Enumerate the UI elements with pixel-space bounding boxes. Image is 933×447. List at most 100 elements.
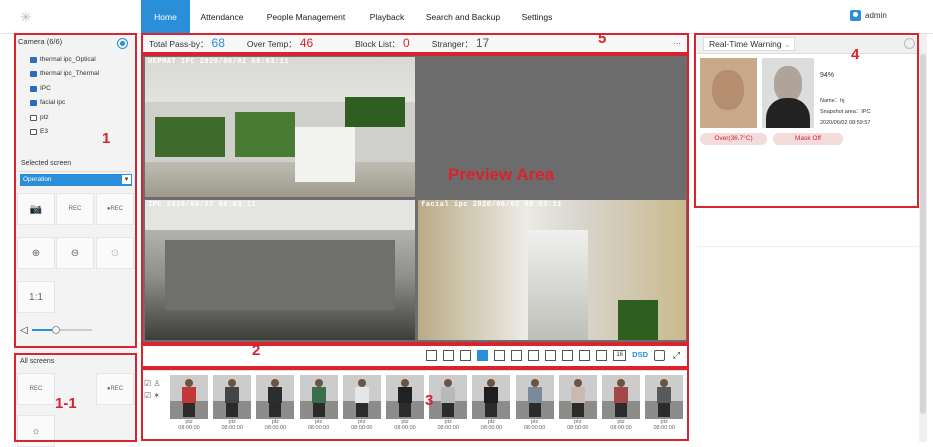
- snapshot-time: 08:00:00: [351, 425, 373, 431]
- tile-osd: HEPMAT IPC 2020/06/02 08:03:11: [148, 58, 290, 66]
- tab-people-management[interactable]: People Management: [258, 0, 354, 34]
- stat-label: Over Temp：: [246, 39, 297, 49]
- layout-3-icon[interactable]: [460, 349, 472, 361]
- zoom-out-button[interactable]: ⊖: [56, 237, 94, 269]
- zoom-reset-button: ⊙: [96, 237, 134, 269]
- camera-item[interactable]: ptz: [30, 114, 49, 121]
- ptz-camera-icon: [30, 128, 37, 135]
- layout-36-icon[interactable]: [596, 349, 608, 361]
- record-button[interactable]: REC: [56, 193, 94, 225]
- snapshot-thumbnail[interactable]: ptz 08:00:00: [515, 375, 554, 431]
- encrypted-record-button[interactable]: ●REC: [96, 193, 134, 225]
- camera-item[interactable]: E3: [30, 128, 48, 135]
- all-screens-label: All screens: [20, 358, 55, 365]
- snapshot-thumbnail[interactable]: ptz 08:00:00: [342, 375, 381, 431]
- snapshot-face-image[interactable]: [700, 58, 757, 128]
- logo-icon: ✳: [20, 9, 32, 25]
- snapshot-thumbnail[interactable]: ptz 08:00:00: [645, 375, 684, 431]
- dsd-button[interactable]: DSD: [632, 350, 648, 361]
- preview-area[interactable]: HEPMAT IPC 2020/06/02 08:03:11 IPC 2020/…: [143, 55, 688, 342]
- layout-9-icon[interactable]: [528, 349, 540, 361]
- layout-1-icon[interactable]: [426, 349, 438, 361]
- snapshot-thumbnail[interactable]: ptz 08:00:00: [299, 375, 338, 431]
- layout-4-icon[interactable]: [477, 349, 489, 361]
- annotation-label-5: 5: [598, 30, 607, 47]
- tab-settings[interactable]: Settings: [512, 0, 562, 34]
- all-encrypted-record-button[interactable]: ●REC: [96, 373, 134, 405]
- body-filter-icon[interactable]: ☑ ✶: [144, 390, 161, 402]
- camera-name: E3: [40, 128, 48, 135]
- selected-screen-label: Selected screen: [21, 160, 72, 167]
- tab-home[interactable]: Home: [141, 0, 190, 34]
- snapshot-thumbnail[interactable]: ptz 08:00:00: [558, 375, 597, 431]
- layout-2-icon[interactable]: [443, 349, 455, 361]
- snapshot-time: 08:00:00: [178, 425, 200, 431]
- video-tile[interactable]: HEPMAT IPC 2020/06/02 08:03:11: [145, 57, 415, 197]
- camera-item[interactable]: IPC: [30, 85, 51, 92]
- stat-stranger: Stranger： 17: [432, 36, 489, 50]
- operation-select[interactable]: Operation ▾: [20, 174, 132, 186]
- video-tile[interactable]: facial ipc 2020/06/02 08:03:11: [418, 200, 686, 340]
- face-filter-icon[interactable]: ☑ ♙: [144, 378, 161, 390]
- camera-item[interactable]: thermal ipc_Optical: [30, 56, 96, 63]
- zoom-reset-icon: ⊙: [110, 247, 120, 259]
- more-icon[interactable]: ···: [673, 39, 681, 48]
- snapshot-thumbnail[interactable]: ptz 08:00:00: [602, 375, 640, 431]
- volume-slider[interactable]: [31, 326, 92, 334]
- snapshot-thumbnail[interactable]: ptz 08:00:00: [472, 375, 511, 431]
- over-temp-badge: Over(36.7°C): [700, 133, 767, 145]
- annotation-label-1-1: 1-1: [55, 395, 77, 412]
- snapshot-thumbnail[interactable]: ptz 08:00:00: [213, 375, 252, 431]
- warning-name: Name：hj: [820, 98, 845, 104]
- tile-osd: facial ipc 2020/06/02 08:03:11: [421, 201, 563, 209]
- snapshot-thumbnail[interactable]: ptz 08:00:00: [170, 375, 208, 431]
- camera-item[interactable]: facial ipc: [30, 99, 65, 106]
- original-ratio-button[interactable]: 1:1: [17, 281, 55, 313]
- layout-16-icon[interactable]: 16: [613, 349, 627, 361]
- user-menu[interactable]: admin: [850, 10, 887, 21]
- snapshot-time: 08:00:00: [523, 425, 546, 431]
- video-tile[interactable]: IPC 2020/06/02 08:03:11: [145, 200, 415, 340]
- snapshot-thumbnail[interactable]: ptz 08:00:00: [256, 375, 295, 431]
- layout-bar: 16 DSD ⤢: [143, 345, 688, 365]
- camera-name: thermal ipc_Thermal: [40, 70, 100, 77]
- volume-control: ◁: [20, 320, 130, 340]
- snapshot-image: [170, 375, 208, 419]
- layout-8-icon[interactable]: [511, 349, 523, 361]
- volume-handle[interactable]: [51, 326, 60, 334]
- layout-13-icon[interactable]: [562, 349, 574, 361]
- tab-attendance[interactable]: Attendance: [193, 0, 251, 34]
- user-name: admin: [865, 11, 887, 20]
- snapshot-filter[interactable]: ☑ ♙ ☑ ✶: [144, 378, 161, 402]
- snapshot-thumbnail[interactable]: ptz 08:00:00: [429, 375, 468, 431]
- divider: [18, 171, 132, 172]
- layout-6-icon[interactable]: [494, 349, 506, 361]
- zoom-in-button[interactable]: ⊕: [17, 237, 55, 269]
- ipc-camera-icon: [30, 85, 37, 92]
- tab-playback[interactable]: Playback: [362, 0, 412, 34]
- tab-search-backup[interactable]: Search and Backup: [418, 0, 508, 34]
- enrolled-face-image[interactable]: [762, 58, 814, 128]
- stat-block-list: Block List： 0: [355, 36, 410, 50]
- status-bar: Total Pass-by： 68 Over Temp： 46 Block List…: [141, 34, 689, 52]
- snapshot-image: [515, 375, 554, 419]
- camera-toggle-icon[interactable]: [117, 38, 128, 49]
- snapshot-image: [645, 375, 684, 419]
- annotation-label-2: 2: [252, 342, 261, 359]
- similarity-value: 94%: [820, 72, 835, 79]
- gear-icon[interactable]: [904, 38, 915, 49]
- ptz-camera-icon: [30, 114, 37, 121]
- snapshot-thumbnail[interactable]: ptz 08:00:00: [386, 375, 424, 431]
- layout-25-icon[interactable]: [579, 349, 591, 361]
- scrollbar-thumb[interactable]: [920, 54, 926, 414]
- all-record-button[interactable]: REC: [17, 373, 55, 405]
- camera-name: ptz: [40, 114, 49, 121]
- snapshot-button[interactable]: 📷: [17, 193, 55, 225]
- custom-layout-icon[interactable]: [654, 349, 665, 361]
- all-settings-button[interactable]: ☼: [17, 415, 55, 447]
- fullscreen-icon[interactable]: ⤢: [671, 350, 682, 361]
- speaker-icon[interactable]: ◁: [20, 325, 28, 336]
- camera-item[interactable]: thermal ipc_Thermal: [30, 70, 99, 77]
- layout-10-icon[interactable]: [545, 349, 557, 361]
- warning-mode-select[interactable]: Real-Time Warning ⌄: [703, 37, 795, 51]
